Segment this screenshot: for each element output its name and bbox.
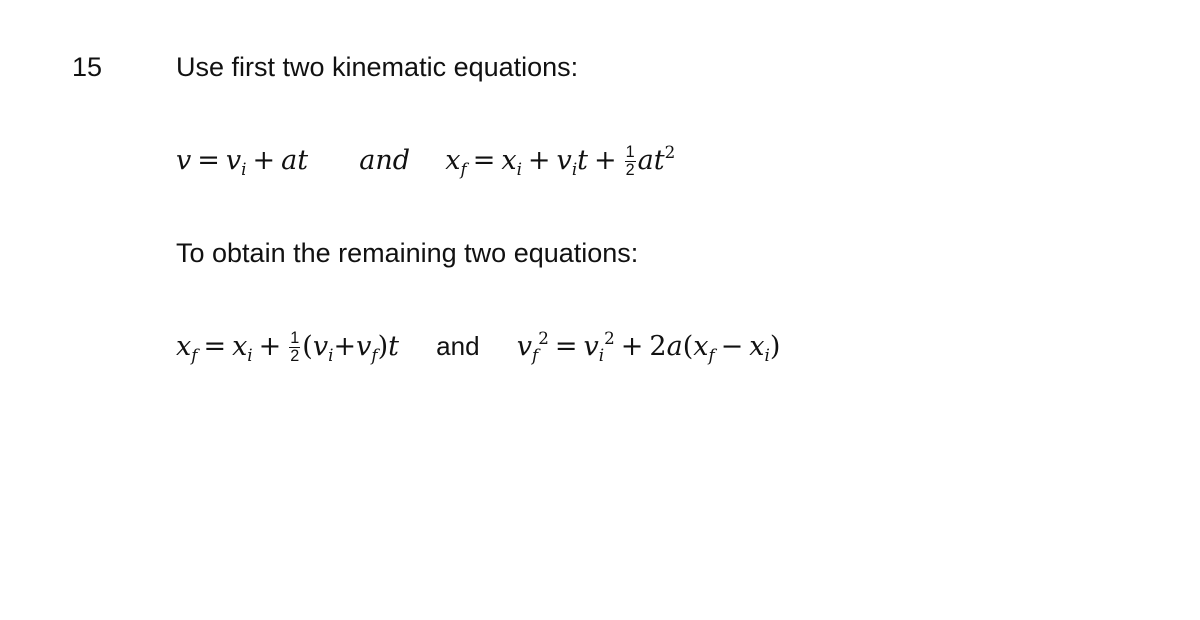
connector-and: and bbox=[359, 145, 411, 176]
item-number: 15 bbox=[72, 52, 103, 82]
equation-position-time: xf = xi + vit +1 2 at2 bbox=[445, 142, 676, 179]
given-equations-row: v = vi + at and xf = xi + vit +1 2 at2 bbox=[176, 142, 676, 179]
intro-text: Use first two kinematic equations: bbox=[176, 52, 579, 82]
equation-velocity-displacement: vf2 = vi2 +2a(xf − xi) bbox=[516, 328, 781, 365]
equation-average-velocity: xf = xi +1 2 (vi+vf)t bbox=[176, 329, 399, 365]
fraction-one-half: 12 bbox=[624, 143, 636, 179]
equation-velocity-time: v = vi + at bbox=[176, 145, 309, 179]
derived-equations-row: xf = xi +1 2 (vi+vf)t and vf2 = vi2 +2a(xf − xi) bbox=[176, 328, 781, 365]
fraction-one-half: 12 bbox=[289, 329, 301, 365]
connector-and: and bbox=[436, 331, 480, 361]
middle-text: To obtain the remaining two equations: bbox=[176, 238, 639, 268]
